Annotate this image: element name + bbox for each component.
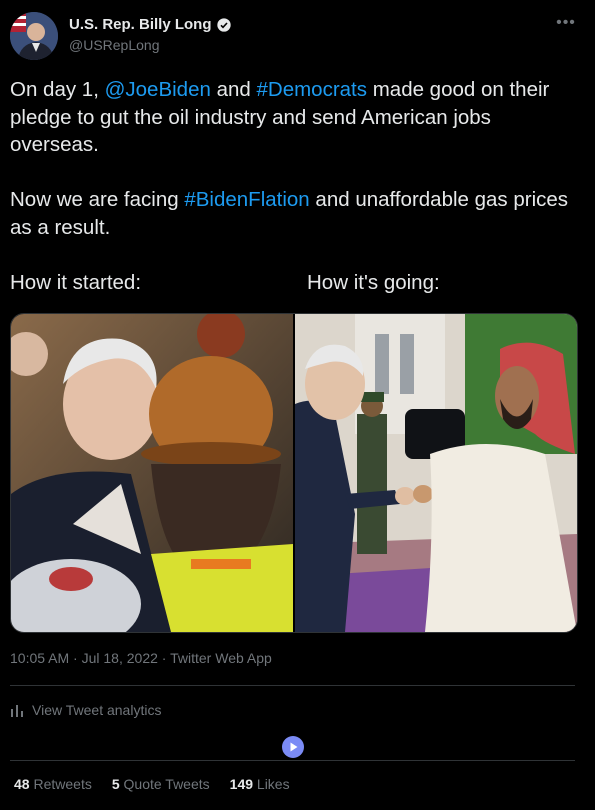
likes-label: Likes xyxy=(256,776,290,792)
likes-stat[interactable]: 149 Likes xyxy=(230,776,290,792)
author-avatar[interactable] xyxy=(10,12,58,60)
verified-badge-icon xyxy=(216,17,231,32)
quote-tweets-stat[interactable]: 5 Quote Tweets xyxy=(112,776,210,792)
tweet-stats: 48 Retweets 5 Quote Tweets 149 Likes xyxy=(14,776,290,792)
view-analytics-button[interactable]: View Tweet analytics xyxy=(10,702,161,718)
author-handle[interactable]: @USRepLong xyxy=(69,37,160,53)
play-icon[interactable] xyxy=(282,736,304,758)
more-options-button[interactable]: ••• xyxy=(553,14,579,34)
divider xyxy=(10,760,575,761)
photo-how-its-going[interactable] xyxy=(295,314,577,632)
author-name[interactable]: U.S. Rep. Billy Long xyxy=(69,16,232,33)
hashtag-link-bidenflation[interactable]: #BidenFlation xyxy=(184,188,309,211)
photo-how-it-started[interactable] xyxy=(11,314,293,632)
caption-how-its-going: How it's going: xyxy=(307,270,440,294)
author-name-text[interactable]: U.S. Rep. Billy Long xyxy=(69,16,212,33)
tweet-text-segment: and xyxy=(210,78,257,101)
quote-tweets-label: Quote Tweets xyxy=(123,776,210,792)
caption-how-it-started: How it started: xyxy=(10,270,142,294)
bar-chart-icon xyxy=(11,705,23,717)
tweet-timestamp: 10:05 AM · Jul 18, 2022 · Twitter Web Ap… xyxy=(10,650,272,666)
mention-link[interactable]: @JoeBiden xyxy=(105,78,211,101)
hashtag-link-democrats[interactable]: #Democrats xyxy=(257,78,368,101)
tweet-source[interactable]: Twitter Web App xyxy=(170,650,272,666)
retweets-count: 48 xyxy=(14,776,30,792)
tweet-text-segment: On day 1, xyxy=(10,78,105,101)
more-horizontal-icon: ••• xyxy=(556,14,576,31)
view-analytics-label[interactable]: View Tweet analytics xyxy=(32,702,161,718)
retweets-stat[interactable]: 48 Retweets xyxy=(14,776,92,792)
tweet-media[interactable] xyxy=(10,313,578,633)
tweet-text: On day 1, @JoeBiden and #Democrats made … xyxy=(10,76,585,296)
divider xyxy=(10,685,575,686)
tweet-text-segment: Now we are facing xyxy=(10,188,185,211)
quote-tweets-count: 5 xyxy=(111,776,120,792)
tweet-date[interactable]: Jul 18, 2022 xyxy=(82,650,158,666)
tweet-time[interactable]: 10:05 AM xyxy=(10,650,69,666)
retweets-label: Retweets xyxy=(33,776,92,792)
likes-count: 149 xyxy=(229,776,254,792)
